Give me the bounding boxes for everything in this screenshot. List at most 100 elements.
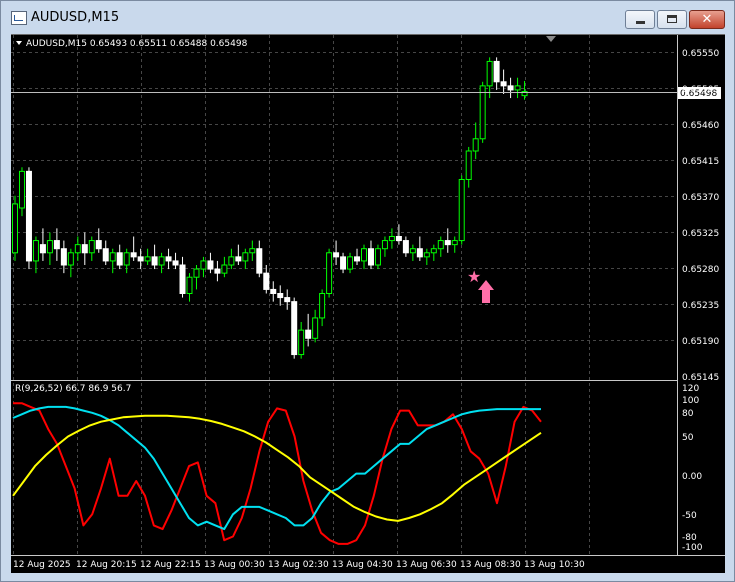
candle-body bbox=[123, 252, 130, 266]
level-label: 100 bbox=[682, 396, 699, 406]
candle-body bbox=[326, 252, 333, 295]
price-scale[interactable]: 0.65550 0.65505 0.65460 0.65415 0.65370 … bbox=[682, 49, 719, 383]
candle-body bbox=[388, 236, 395, 242]
candle-body bbox=[95, 240, 102, 250]
candle-body bbox=[46, 240, 53, 254]
price-label: 0.65505 bbox=[682, 85, 719, 95]
level-label: -100 bbox=[682, 543, 703, 553]
time-label: 13 Aug 00:30 bbox=[204, 560, 265, 570]
candle-body bbox=[263, 272, 270, 290]
candle-body bbox=[144, 256, 151, 262]
candle-body bbox=[88, 240, 95, 254]
level-label: 0.00 bbox=[682, 472, 702, 482]
chart-area[interactable]: AUDUSD,M15 0.65493 0.65511 0.65488 0.654… bbox=[11, 34, 725, 573]
candle-body bbox=[256, 248, 263, 274]
candle-body bbox=[395, 236, 402, 242]
maximize-icon bbox=[667, 15, 677, 23]
time-scale[interactable]: 12 Aug 2025 12 Aug 20:15 12 Aug 22:15 13… bbox=[13, 560, 585, 570]
level-label: 80 bbox=[682, 409, 694, 419]
candle-body bbox=[18, 170, 25, 209]
level-label: 120 bbox=[682, 384, 699, 394]
price-label: 0.65235 bbox=[682, 301, 719, 311]
candle-body bbox=[298, 329, 305, 356]
candle-body bbox=[347, 256, 354, 270]
candle-body bbox=[430, 248, 437, 254]
candle-body bbox=[507, 85, 514, 91]
candle-body bbox=[374, 248, 381, 266]
level-label: -80 bbox=[682, 533, 697, 543]
candle-body bbox=[444, 240, 451, 246]
candle-body bbox=[284, 297, 291, 303]
candle-body bbox=[305, 329, 312, 339]
candle-body bbox=[500, 81, 507, 87]
signal-star-icon: ★ bbox=[467, 267, 481, 286]
candle-body bbox=[409, 248, 416, 254]
candle-body bbox=[319, 293, 326, 319]
price-label: 0.65190 bbox=[682, 337, 719, 347]
candle-body bbox=[172, 260, 179, 266]
grid-lines bbox=[11, 35, 677, 555]
candle-body bbox=[361, 248, 367, 262]
candle-body bbox=[179, 264, 186, 294]
candle-body bbox=[81, 244, 88, 254]
candle-body bbox=[186, 276, 193, 294]
candle-body bbox=[235, 256, 242, 262]
candle-body bbox=[354, 256, 361, 262]
candle-body bbox=[221, 264, 228, 274]
candle-body bbox=[486, 60, 493, 87]
candle-body bbox=[465, 150, 472, 180]
price-label: 0.65325 bbox=[682, 229, 719, 239]
candle-body bbox=[277, 293, 284, 299]
candle-body bbox=[367, 248, 374, 266]
price-label: 0.65145 bbox=[682, 373, 719, 383]
time-label: 13 Aug 08:30 bbox=[460, 560, 521, 570]
candle-body bbox=[340, 256, 347, 270]
candle-body bbox=[32, 240, 39, 262]
candle-body bbox=[12, 203, 18, 254]
price-label: 0.65550 bbox=[682, 49, 719, 59]
scroll-marker-icon bbox=[546, 36, 556, 42]
time-label: 12 Aug 20:15 bbox=[76, 560, 137, 570]
candle-body bbox=[214, 268, 221, 274]
candle-body bbox=[291, 301, 298, 356]
minimize-button[interactable] bbox=[625, 10, 655, 29]
candle-body bbox=[437, 240, 444, 250]
time-label: 12 Aug 22:15 bbox=[140, 560, 201, 570]
candle-body bbox=[102, 248, 109, 262]
candle-body bbox=[312, 317, 319, 339]
maximize-button[interactable] bbox=[657, 10, 687, 29]
chart-canvas[interactable]: AUDUSD,M15 0.65493 0.65511 0.65488 0.654… bbox=[11, 35, 725, 573]
window-title: AUDUSD,M15 bbox=[31, 10, 120, 25]
candle-body bbox=[472, 138, 479, 152]
chart-window-icon bbox=[11, 11, 27, 25]
candle-body bbox=[67, 252, 74, 266]
candle-body bbox=[423, 252, 430, 258]
candle-body bbox=[74, 244, 81, 254]
candle-body bbox=[137, 256, 144, 262]
candle-body bbox=[158, 256, 165, 266]
time-label: 12 Aug 2025 bbox=[13, 560, 71, 570]
candle-body bbox=[116, 252, 123, 266]
candle-body bbox=[493, 60, 500, 83]
candle-body bbox=[200, 260, 207, 270]
time-label: 13 Aug 06:30 bbox=[396, 560, 457, 570]
chart-window: AUDUSD,M15 ✕ AUDUSD,M15 0.65493 0.65511 … bbox=[0, 0, 735, 582]
candle-body bbox=[479, 85, 486, 140]
indicator-scale[interactable]: 120 100 80 50 0.00 -50 -80 -100 bbox=[682, 384, 703, 553]
chart-menu-icon[interactable] bbox=[16, 41, 22, 45]
candle-body bbox=[228, 256, 235, 266]
candle-body bbox=[451, 240, 458, 246]
close-button[interactable]: ✕ bbox=[689, 10, 725, 29]
price-label: 0.65415 bbox=[682, 157, 719, 167]
time-label: 13 Aug 04:30 bbox=[332, 560, 393, 570]
candle-body bbox=[402, 240, 409, 254]
candle-body bbox=[165, 256, 172, 262]
candle-body bbox=[60, 248, 67, 266]
minimize-icon bbox=[636, 21, 645, 24]
close-icon: ✕ bbox=[701, 12, 713, 27]
title-bar[interactable]: AUDUSD,M15 ✕ bbox=[1, 1, 734, 35]
candle-body bbox=[270, 288, 277, 295]
time-label: 13 Aug 10:30 bbox=[524, 560, 585, 570]
candle-body bbox=[249, 248, 256, 254]
candle-body bbox=[514, 85, 521, 91]
